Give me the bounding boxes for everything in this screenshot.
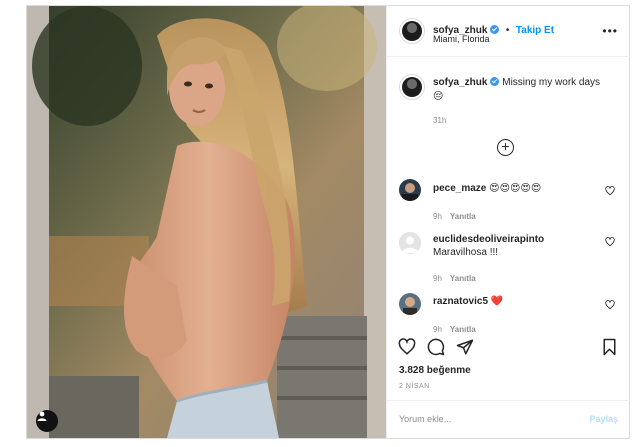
verified-badge-icon (490, 77, 500, 86)
post-date: 2 NİSAN (399, 383, 430, 390)
comment-time[interactable]: 9h (433, 325, 442, 334)
reply-button[interactable]: Yanıtla (450, 212, 476, 221)
photo-illustration (27, 6, 386, 438)
comment-avatar[interactable] (399, 179, 421, 201)
post-side-panel: sofya_zhuk • Takip Et Miami, Florida •••… (386, 6, 630, 439)
avatar[interactable] (399, 18, 425, 44)
comment-composer: Paylaş (387, 400, 630, 439)
comment-username[interactable]: raznatovic5 (433, 296, 488, 307)
post-modal: sofya_zhuk • Takip Et Miami, Florida •••… (26, 5, 630, 439)
post-header: sofya_zhuk • Takip Et Miami, Florida ••• (387, 6, 630, 57)
caption-text: Missing my work days (502, 77, 601, 88)
comment-text: ❤️ (490, 296, 504, 307)
heart-icon[interactable] (398, 338, 416, 356)
separator: • (505, 25, 510, 36)
follow-button[interactable]: Takip Et (516, 25, 554, 36)
post-comment-button[interactable]: Paylaş (589, 414, 618, 424)
heart-icon[interactable] (605, 300, 615, 310)
share-icon[interactable] (456, 338, 474, 356)
comment-text: Maravilhosa !!! (433, 247, 499, 258)
add-comments-icon[interactable]: + (497, 139, 514, 156)
comment-time[interactable]: 9h (433, 274, 442, 283)
comment-avatar[interactable] (399, 293, 421, 315)
post-photo[interactable] (27, 6, 386, 438)
comment-text: 😍😍😍😍😍 (489, 183, 542, 194)
post-location[interactable]: Miami, Florida (433, 34, 490, 44)
comment-username[interactable]: euclidesdeoliveirapinto (433, 234, 544, 245)
caption-avatar[interactable] (399, 74, 425, 100)
save-icon[interactable] (601, 338, 618, 356)
comment-avatar[interactable] (399, 232, 421, 254)
verified-badge-icon (490, 25, 500, 34)
reply-button[interactable]: Yanıtla (450, 274, 476, 283)
more-options-icon[interactable]: ••• (602, 24, 618, 38)
comment-username[interactable]: pece_maze (433, 183, 486, 194)
reply-button[interactable]: Yanıtla (450, 325, 476, 334)
caption-username[interactable]: sofya_zhuk (433, 77, 487, 88)
user-tag-icon[interactable] (36, 410, 58, 432)
comment-time[interactable]: 9h (433, 212, 442, 221)
heart-icon[interactable] (605, 237, 615, 247)
caption-time[interactable]: 31h (433, 116, 446, 125)
comment-icon[interactable] (427, 338, 445, 356)
comment-input[interactable] (399, 414, 569, 424)
likes-count[interactable]: 3.828 beğenme (399, 365, 471, 376)
heart-icon[interactable] (605, 186, 615, 196)
caption-emoji: 😔 (433, 91, 444, 102)
